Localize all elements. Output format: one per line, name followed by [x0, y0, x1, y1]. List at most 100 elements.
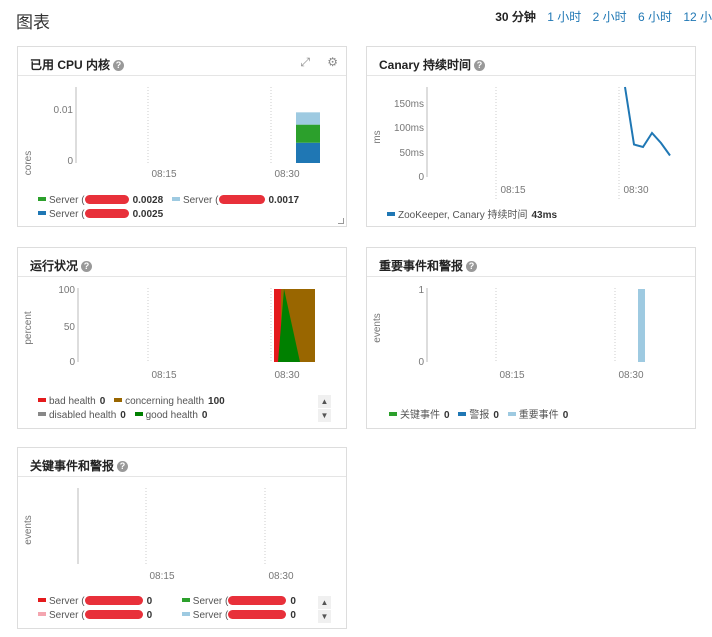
redaction-mark — [84, 195, 129, 204]
legend-swatch — [389, 412, 397, 416]
y-tick-label: 0 — [69, 357, 75, 368]
legend-swatch — [38, 612, 46, 616]
y-axis-label: percent — [23, 311, 34, 345]
legend-label: disabled health — [49, 410, 117, 421]
legend-swatch — [114, 398, 123, 402]
legend-scroll-down[interactable]: ▼ — [318, 409, 331, 422]
x-tick-label: 08:30 — [274, 169, 299, 180]
redaction-mark — [228, 596, 287, 605]
legend-swatch — [38, 598, 46, 602]
legend-item[interactable]: Server ( 0.0025 — [38, 208, 163, 222]
legend-label: 重要事件 — [518, 410, 559, 421]
legend-value: 0 — [290, 610, 296, 621]
legend-label: 警报 — [469, 410, 490, 421]
legend-item[interactable]: bad health 0 — [38, 395, 105, 409]
y-axis-label: cores — [23, 151, 34, 175]
legend-label: Server ( — [49, 596, 85, 607]
range-30m[interactable]: 30 分钟 — [495, 8, 536, 25]
x-tick-label: 08:30 — [618, 370, 643, 381]
legend-value: 0 — [99, 396, 106, 407]
legend-swatch — [458, 412, 467, 416]
legend-item[interactable]: 警报 0 — [458, 409, 499, 423]
range-2h[interactable]: 2 小时 — [593, 8, 627, 25]
legend-swatch — [38, 197, 46, 201]
cpu-bar-segment-0 — [296, 142, 320, 163]
legend-swatch — [507, 412, 516, 416]
y-tick-label: 1 — [418, 285, 424, 296]
canary-card: Canary 持续时间? ms 150ms 100ms 50ms 0 08:15… — [366, 46, 696, 227]
legend-label: bad health — [49, 396, 96, 407]
legend-item[interactable]: Server ( 0 — [38, 609, 173, 623]
legend-value: 0 — [146, 610, 153, 621]
y-axis-label: events — [372, 313, 383, 342]
legend-label: Server ( — [49, 209, 85, 220]
y-tick-label: 0 — [67, 156, 73, 167]
legend-value: 0 — [290, 596, 296, 607]
x-tick-label: 08:15 — [499, 370, 524, 381]
legend-swatch — [134, 412, 143, 416]
y-tick-label: 0.01 — [54, 105, 74, 116]
range-12h[interactable]: 12 小 — [683, 8, 712, 25]
y-axis-label: events — [23, 515, 34, 544]
page-title: 图表 — [16, 13, 50, 32]
x-tick-label: 08:15 — [151, 169, 176, 180]
legend-scroll-up[interactable]: ▲ — [318, 596, 331, 609]
x-tick-label: 08:30 — [268, 571, 293, 582]
legend-label: good health — [145, 410, 198, 421]
legend-value: 43ms — [531, 210, 558, 221]
redaction-mark — [84, 596, 143, 605]
important-events-card: 重要事件和警报? events 1 0 08:15 08:30 关键事件 0 警报… — [366, 247, 696, 429]
legend-value: 0 — [444, 410, 450, 421]
legend-label: 关键事件 — [400, 410, 440, 421]
legend-item[interactable]: ZooKeeper, Canary 持续时间 43ms — [387, 209, 557, 223]
y-axis-label: ms — [372, 130, 383, 143]
legend-label: Server ( — [49, 195, 85, 206]
legend-item[interactable]: Server ( 0.0028 — [38, 194, 163, 208]
legend-item[interactable]: Server ( 0 — [181, 609, 296, 623]
legend-item[interactable]: good health 0 — [134, 409, 207, 423]
critical-events-card: 关键事件和警报? events 08:15 08:30 Server (0 Se… — [17, 447, 347, 629]
legend-value: 0.0025 — [132, 209, 164, 220]
legend-label: ZooKeeper, Canary 持续时间 — [398, 210, 528, 221]
legend-label: Server ( — [192, 596, 229, 607]
legend-value: 0 — [562, 410, 569, 421]
legend-value: 0.0017 — [268, 195, 300, 206]
y-tick-label: 150ms — [394, 99, 424, 110]
range-1h[interactable]: 1 小时 — [547, 8, 581, 25]
cpu-bar-segment-1 — [296, 124, 320, 143]
legend-item[interactable]: 关键事件 0 — [389, 409, 450, 423]
legend-value: 0 — [493, 410, 499, 421]
legend-swatch — [38, 412, 46, 416]
resize-handle[interactable] — [338, 218, 344, 224]
x-tick-label: 08:15 — [500, 185, 525, 196]
legend-scroll-up[interactable]: ▲ — [318, 395, 331, 408]
legend-scroll-down[interactable]: ▼ — [318, 610, 331, 623]
legend-item[interactable]: Server ( 0 — [181, 595, 296, 609]
y-tick-label: 50ms — [400, 148, 424, 159]
legend-swatch — [171, 197, 180, 201]
important-events-chart: events 1 0 08:15 08:30 — [372, 285, 645, 381]
important-events-legend: 关键事件 0 警报 0 重要事件 0 — [389, 409, 574, 423]
x-tick-label: 08:15 — [151, 370, 176, 381]
canary-chart: ms 150ms 100ms 50ms 0 08:15 08:30 — [372, 86, 671, 199]
legend-swatch — [38, 211, 46, 215]
legend-item[interactable]: concerning health 100 — [114, 395, 225, 409]
health-card: 运行状况? percent 100 50 0 08:15 08:30 bad h… — [17, 247, 347, 429]
canary-duration-line — [624, 86, 671, 157]
legend-label: Server ( — [192, 610, 229, 621]
critical-events-legend: Server (0 Server (0 Server (0 Server (0 — [38, 595, 302, 623]
redaction-mark — [228, 610, 287, 619]
legend-swatch — [181, 598, 190, 602]
legend-item[interactable]: disabled health 0 — [38, 409, 126, 423]
legend-label: Server ( — [49, 610, 85, 621]
legend-item[interactable]: Server (0.0017 — [171, 194, 300, 208]
legend-item[interactable]: 重要事件 0 — [507, 409, 569, 423]
x-tick-label: 08:15 — [149, 571, 174, 582]
cpu-bar-segment-2 — [296, 112, 320, 125]
redaction-mark — [84, 610, 143, 619]
range-6h[interactable]: 6 小时 — [638, 8, 672, 25]
canary-legend: ZooKeeper, Canary 持续时间 43ms — [387, 209, 563, 223]
health-legend: bad health 0 concerning health 100 disable… — [38, 395, 231, 423]
legend-value: 0.0028 — [132, 195, 164, 206]
legend-item[interactable]: Server (0 — [38, 595, 173, 609]
